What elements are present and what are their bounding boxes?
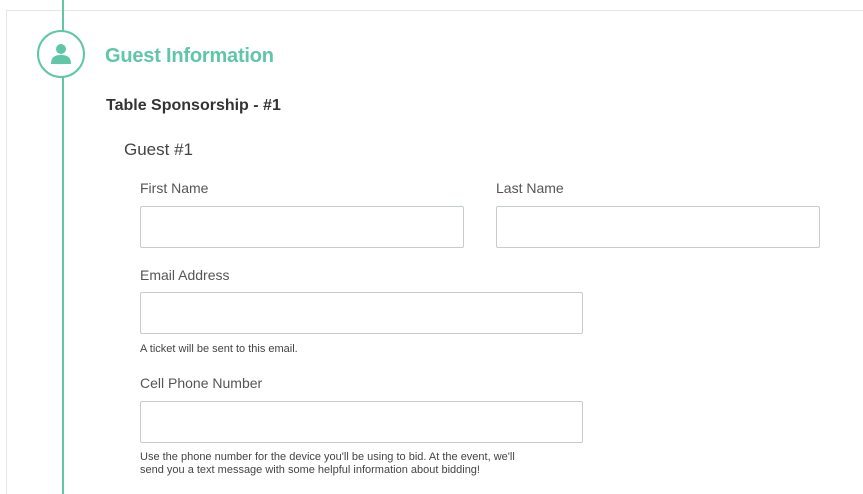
phone-help-text: Use the phone number for the device you'… xyxy=(140,451,515,477)
user-icon xyxy=(51,44,71,64)
email-input[interactable] xyxy=(140,292,583,334)
last-name-input[interactable] xyxy=(496,206,820,248)
phone-help-line-1: Use the phone number for the device you'… xyxy=(140,451,515,463)
phone-help-line-2: send you a text message with some helpfu… xyxy=(140,464,480,476)
phone-input[interactable] xyxy=(140,401,583,443)
email-help-text: A ticket will be sent to this email. xyxy=(140,343,298,355)
guest-title: Guest #1 xyxy=(124,140,193,159)
section-title: Guest Information xyxy=(105,45,274,67)
step-indicator xyxy=(37,30,85,78)
first-name-label: First Name xyxy=(140,180,209,196)
sponsorship-title: Table Sponsorship - #1 xyxy=(106,97,281,114)
phone-label: Cell Phone Number xyxy=(140,375,263,391)
first-name-input[interactable] xyxy=(140,206,464,248)
last-name-label: Last Name xyxy=(496,180,564,196)
email-label: Email Address xyxy=(140,267,230,283)
